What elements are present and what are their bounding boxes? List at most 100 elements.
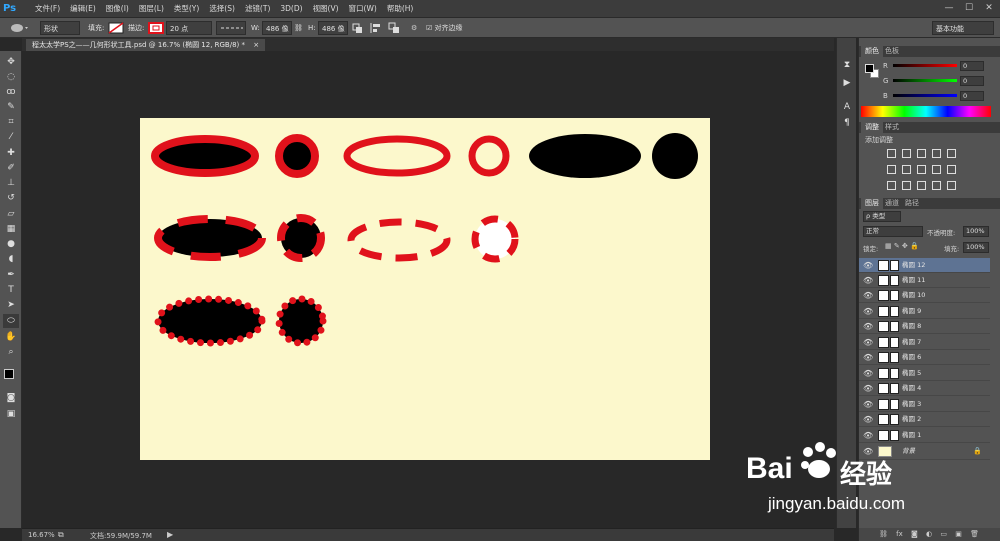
- layer-row[interactable]: 👁 椭圆 7: [859, 335, 990, 350]
- brightness-icon[interactable]: [887, 149, 896, 158]
- tab-close-icon[interactable]: ×: [253, 41, 259, 49]
- black-white-icon[interactable]: [917, 165, 926, 174]
- layer-row[interactable]: 👁 椭圆 10: [859, 288, 990, 303]
- height-field[interactable]: 486 像: [318, 21, 348, 35]
- red-slider[interactable]: [893, 64, 957, 67]
- layer-row[interactable]: 👁 椭圆 9: [859, 304, 990, 319]
- new-group-icon[interactable]: ▭: [940, 530, 947, 538]
- color-balance-icon[interactable]: [902, 165, 911, 174]
- lasso-tool-icon[interactable]: ꝏ: [3, 85, 19, 99]
- adjustment-layer-icon[interactable]: ◐: [926, 530, 932, 538]
- green-slider[interactable]: [893, 79, 957, 82]
- tab-styles[interactable]: 样式: [881, 122, 903, 133]
- zoom-tool-icon[interactable]: ⌕: [3, 345, 19, 359]
- menu-type[interactable]: 类型(Y): [174, 3, 199, 14]
- channel-mixer-icon[interactable]: [947, 165, 956, 174]
- eye-icon[interactable]: 👁: [863, 366, 873, 381]
- close-icon[interactable]: ✕: [980, 2, 998, 15]
- eye-icon[interactable]: 👁: [863, 304, 873, 319]
- tab-color[interactable]: 颜色: [861, 46, 883, 57]
- eraser-tool-icon[interactable]: ▱: [3, 207, 19, 221]
- actions-panel-icon[interactable]: ▶: [839, 76, 855, 90]
- posterize-icon[interactable]: [902, 181, 911, 190]
- eye-icon[interactable]: 👁: [863, 350, 873, 365]
- layer-row[interactable]: 👁 椭圆 3: [859, 397, 990, 412]
- crop-tool-icon[interactable]: ⌗: [3, 115, 19, 129]
- selective-color-icon[interactable]: [947, 181, 956, 190]
- menu-filter[interactable]: 滤镜(T): [245, 3, 270, 14]
- threshold-icon[interactable]: [917, 181, 926, 190]
- layer-style-icon[interactable]: fx: [896, 530, 903, 538]
- trash-icon[interactable]: 🗑: [970, 530, 979, 538]
- blend-mode-select[interactable]: 正常: [863, 226, 923, 237]
- status-menu-arrow-icon[interactable]: ▶: [167, 530, 173, 539]
- add-mask-icon[interactable]: ◙: [911, 530, 918, 538]
- eye-icon[interactable]: 👁: [863, 412, 873, 427]
- brush-tool-icon[interactable]: ✐: [3, 161, 19, 175]
- vibrance-icon[interactable]: [947, 149, 956, 158]
- move-tool-icon[interactable]: ✥: [3, 55, 19, 69]
- eye-icon[interactable]: 👁: [863, 335, 873, 350]
- exposure-icon[interactable]: [932, 149, 941, 158]
- tool-mode-select[interactable]: 形状: [40, 21, 80, 35]
- fill-swatch[interactable]: [108, 21, 124, 35]
- layer-kind-filter[interactable]: ρ 类型: [863, 211, 901, 222]
- layer-row[interactable]: 👁 椭圆 11: [859, 273, 990, 288]
- quick-mask-icon[interactable]: ◙: [3, 391, 19, 405]
- color-foreground-swatch[interactable]: [865, 64, 874, 73]
- share-icon[interactable]: ⧉: [58, 530, 64, 540]
- layer-row[interactable]: 👁 椭圆 4: [859, 381, 990, 396]
- gradient-tool-icon[interactable]: ▦: [3, 222, 19, 236]
- color-spectrum-ramp[interactable]: [861, 106, 991, 117]
- layer-row[interactable]: 👁 椭圆 2: [859, 412, 990, 427]
- blue-slider[interactable]: [893, 94, 957, 97]
- menu-file[interactable]: 文件(F): [35, 3, 60, 14]
- blur-tool-icon[interactable]: ●: [3, 237, 19, 251]
- photo-filter-icon[interactable]: [932, 165, 941, 174]
- ellipse-tool-preset-icon[interactable]: [8, 21, 32, 35]
- layer-row[interactable]: 👁 椭圆 8: [859, 319, 990, 334]
- foreground-color-swatch[interactable]: [4, 369, 14, 379]
- tab-swatches[interactable]: 色板: [881, 46, 903, 57]
- eye-icon[interactable]: 👁: [863, 381, 873, 396]
- document-tab[interactable]: 程太太学PS之——几何形状工具.psd @ 16.7% (椭圆 12, RGB/…: [26, 39, 266, 51]
- gradient-map-icon[interactable]: [932, 181, 941, 190]
- type-tool-icon[interactable]: T: [3, 283, 19, 297]
- menu-image[interactable]: 图像(I): [106, 3, 129, 14]
- eye-icon[interactable]: 👁: [863, 319, 873, 334]
- path-arrangement-icon[interactable]: [388, 21, 402, 35]
- ellipse-tool-icon[interactable]: ⬭: [3, 314, 19, 328]
- link-layers-icon[interactable]: ⛓: [879, 530, 888, 538]
- maximize-icon[interactable]: ☐: [960, 2, 978, 15]
- stroke-width-field[interactable]: 20 点: [166, 21, 212, 35]
- menu-window[interactable]: 窗口(W): [349, 3, 377, 14]
- document-canvas[interactable]: [140, 118, 710, 460]
- menu-select[interactable]: 选择(S): [209, 3, 235, 14]
- eyedropper-tool-icon[interactable]: ⁄: [3, 130, 19, 144]
- layer-row[interactable]: 👁 椭圆 12: [859, 258, 990, 273]
- levels-icon[interactable]: [902, 149, 911, 158]
- lock-icons[interactable]: ▦ ✎ ✥ 🔒: [885, 242, 919, 250]
- eye-icon[interactable]: 👁: [863, 397, 873, 412]
- stamp-tool-icon[interactable]: ⊥: [3, 176, 19, 190]
- history-brush-icon[interactable]: ↺: [3, 191, 19, 205]
- stroke-type-select[interactable]: [216, 21, 246, 35]
- stroke-swatch[interactable]: [148, 21, 164, 35]
- eye-icon[interactable]: 👁: [863, 288, 873, 303]
- hue-saturation-icon[interactable]: [887, 165, 896, 174]
- layer-row[interactable]: 👁 椭圆 6: [859, 350, 990, 365]
- history-panel-icon[interactable]: ⧗: [839, 58, 855, 72]
- marquee-tool-icon[interactable]: ◌: [3, 70, 19, 84]
- invert-icon[interactable]: [887, 181, 896, 190]
- menu-3d[interactable]: 3D(D): [280, 4, 302, 13]
- b-value-field[interactable]: 0: [960, 91, 984, 101]
- menu-layer[interactable]: 图层(L): [139, 3, 164, 14]
- menu-view[interactable]: 视图(V): [313, 3, 339, 14]
- layer-row[interactable]: 👁 椭圆 5: [859, 366, 990, 381]
- workspace-select[interactable]: 基本功能: [932, 21, 994, 35]
- gear-icon[interactable]: ⚙: [411, 21, 423, 35]
- opacity-field[interactable]: 100%: [963, 226, 989, 237]
- path-operations-icon[interactable]: [352, 21, 366, 35]
- pen-tool-icon[interactable]: ✒: [3, 268, 19, 282]
- curves-icon[interactable]: [917, 149, 926, 158]
